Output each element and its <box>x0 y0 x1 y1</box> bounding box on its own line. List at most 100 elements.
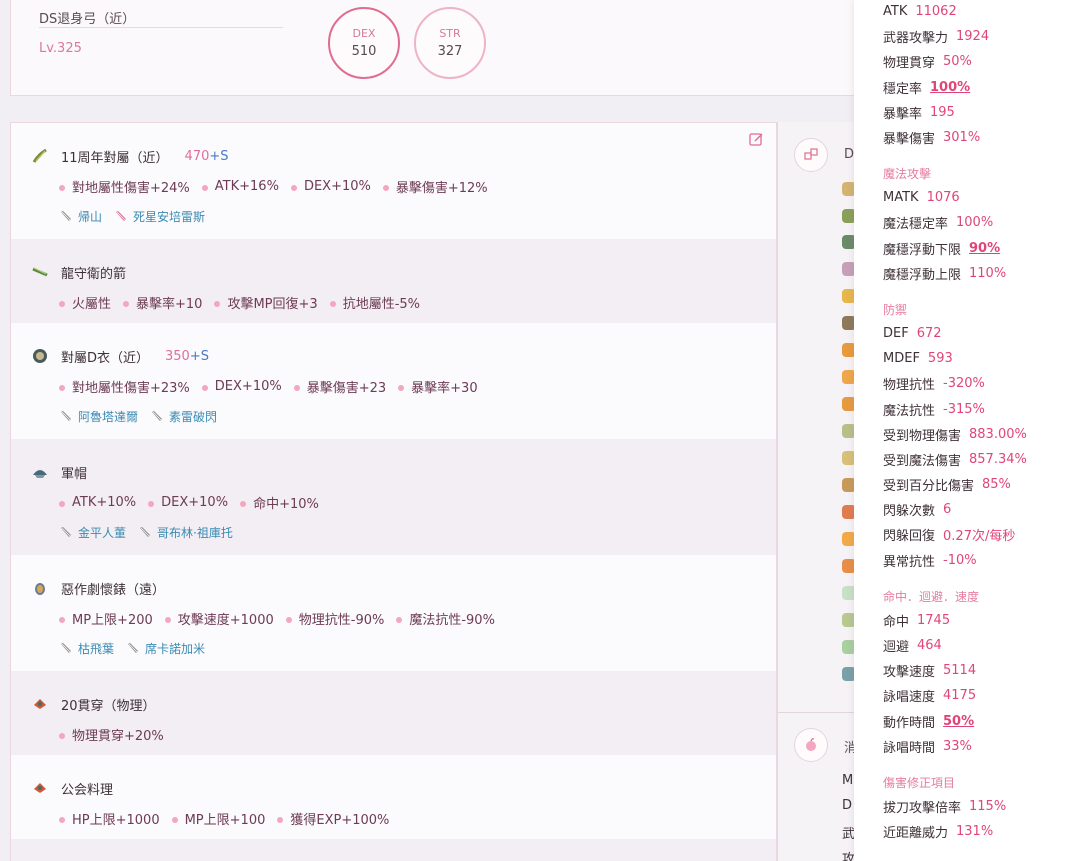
stat-label: 詠唱時間 <box>883 740 936 756</box>
middle-heading: D <box>844 147 855 162</box>
stat-value[interactable]: 50% <box>943 714 974 729</box>
stat-label: STR <box>439 27 461 40</box>
stat-text: 攻擊MP回復+3 <box>227 296 318 312</box>
stat-label: 受到百分比傷害 <box>883 479 975 495</box>
equipment-name: 公会料理 <box>61 782 114 798</box>
stat-chip: 攻擊速度+1000 <box>164 609 274 628</box>
stat-row: 魔穩浮動上限 110% <box>883 261 1080 286</box>
stat-text: MP上限+100 <box>184 812 266 828</box>
crystal-icon <box>150 409 169 423</box>
stat-label: 命中 <box>883 614 910 630</box>
hat-icon <box>31 463 49 481</box>
stat-row: 閃躲次數 6 <box>883 497 1080 522</box>
crystal[interactable]: 阿魯塔達爾 <box>59 408 138 425</box>
refine-value: 470+S <box>185 149 229 164</box>
equipment-item[interactable]: 軍帽 ATK+10% DEX+10% 命中+10% 金平人董 哥布林·祖庫托 <box>11 439 776 555</box>
crystal-icon <box>138 525 157 539</box>
stat-row: 物理貫穿 50% <box>883 49 1080 74</box>
stat-text: 對地屬性傷害+24% <box>72 180 190 196</box>
equipment-stats: 火屬性 暴擊率+10 攻擊MP回復+3 抗地屬性-5% <box>31 287 776 317</box>
bullet-icon <box>293 385 300 391</box>
crystal[interactable]: 枯飛葉 <box>59 640 114 657</box>
stat-label: 異常抗性 <box>883 554 936 570</box>
stat-value: 464 <box>917 638 942 654</box>
stat-text: 物理貫穿+20% <box>72 728 164 744</box>
crystal-name: 金平人董 <box>78 525 127 540</box>
slots-icon[interactable] <box>794 138 828 172</box>
refine-plus: +S <box>189 348 209 364</box>
stat-text: 抗地屬性-5% <box>342 296 421 312</box>
equipment-stats: HP上限+1000 MP上限+100 獲得EXP+100% <box>31 803 776 833</box>
stat-text: 對地屬性傷害+23% <box>72 380 190 396</box>
stat-chip: 命中+10% <box>240 493 319 512</box>
stat-row: 攻擊速度 5114 <box>883 658 1080 683</box>
equipment-item[interactable]: 公会料理 HP上限+1000 MP上限+100 獲得EXP+100% <box>11 755 776 839</box>
crystal[interactable]: 死星安培雷斯 <box>114 208 205 225</box>
stat-value: 593 <box>927 351 953 367</box>
crystal-row: 帰山 死星安培雷斯 <box>31 201 776 231</box>
character-name: DS退身弓（近） <box>39 12 136 27</box>
stat-value: -10% <box>943 552 977 568</box>
stat-text: MP上限+200 <box>72 612 153 628</box>
stat-value: 1745 <box>917 612 951 628</box>
stat-text: ATK+16% <box>214 178 279 194</box>
stat-chip: 對地屬性傷害+24% <box>59 177 190 196</box>
arrow-icon <box>31 263 49 281</box>
bullet-icon <box>59 501 65 507</box>
stat-chip: HP上限+1000 <box>59 809 160 828</box>
bullet-icon <box>290 185 297 191</box>
section-heading: 傷害修正項目 <box>883 775 956 790</box>
equipment-title-row: 11周年對屬（近） 470+S <box>31 141 776 171</box>
equipment-item[interactable]: 龍守衛的箭 火屬性 暴擊率+10 攻擊MP回復+3 抗地屬性-5% <box>11 239 776 323</box>
equipment-item[interactable]: 惡作劇懷錶（遠） MP上限+200 攻擊速度+1000 物理抗性-90% 魔法抗性-90… <box>11 555 776 671</box>
stat-value[interactable]: 100% <box>930 80 970 95</box>
stat-value: 510 <box>351 44 377 59</box>
stat-label: 魔穩浮動上限 <box>883 267 962 283</box>
armor-icon <box>31 347 49 365</box>
food-round-icon[interactable] <box>794 728 828 762</box>
stat-value[interactable]: 90% <box>969 241 1000 256</box>
equipment-stats: 物理貫穿+20% <box>31 719 776 749</box>
pocket-watch-icon <box>31 579 49 597</box>
bullet-icon <box>398 385 405 391</box>
stat-text: DEX+10% <box>303 178 371 194</box>
crystal[interactable]: 金平人董 <box>59 524 126 541</box>
equipment-title-row: 龍守衛的箭 <box>31 257 776 287</box>
equipment-stats: 對地屬性傷害+24% ATK+16% DEX+10% 暴擊傷害+12% <box>31 171 776 201</box>
stat-label: 暴擊率 <box>883 106 923 122</box>
equipment-item[interactable]: 對屬D衣（近） 350+S 對地屬性傷害+23% DEX+10% 暴擊傷害+23 暴擊率+… <box>11 323 776 439</box>
stat-label: 魔法穩定率 <box>883 217 949 233</box>
equipment-name: 惡作劇懷錶（遠） <box>61 582 166 598</box>
crystal[interactable]: 席卡諾加米 <box>126 640 205 657</box>
stat-label: 穩定率 <box>883 81 923 97</box>
stat-value: 883.00% <box>969 426 1027 442</box>
equipment-title-row: 20貫穿（物理） <box>31 689 776 719</box>
stat-chip: DEX+10% <box>148 495 228 510</box>
bullet-icon <box>59 817 65 823</box>
stat-text: 火屬性 <box>72 296 112 312</box>
middle-column: D 消 M D 武 攻 <box>777 122 857 861</box>
crystal-icon <box>59 641 78 655</box>
stat-label: DEF <box>883 325 909 341</box>
equipment-item[interactable]: 20貫穿（物理） 物理貫穿+20% <box>11 671 776 755</box>
crystal-name: 素雷破閃 <box>169 409 218 424</box>
stat-value: -320% <box>943 376 985 392</box>
equipment-item[interactable]: 撩击推进器4 <box>11 839 776 861</box>
stat-text: DEX+10% <box>214 378 282 394</box>
stat-value: 857.34% <box>969 451 1027 467</box>
crystal[interactable]: 哥布林·祖庫托 <box>138 524 233 541</box>
stat-row: 魔穩浮動下限 90% <box>883 236 1080 261</box>
stat-label: 近距離威力 <box>883 826 949 842</box>
stat-circle-str: STR 327 <box>414 7 486 79</box>
stat-chip: 物理抗性-90% <box>285 609 384 628</box>
crystal[interactable]: 素雷破閃 <box>150 408 217 425</box>
stat-chip: 獲得EXP+100% <box>277 809 389 828</box>
equipment-item[interactable]: 11周年對屬（近） 470+S 對地屬性傷害+24% ATK+16% DEX+10% 暴擊… <box>11 123 776 239</box>
food-icon <box>31 695 49 713</box>
stat-label: ATK <box>883 4 908 20</box>
stat-value: 85% <box>982 477 1011 493</box>
bullet-icon <box>240 501 247 507</box>
middle-text: D <box>842 798 853 813</box>
crystal[interactable]: 帰山 <box>59 208 102 225</box>
stat-row: MATK 1076 <box>883 185 1080 210</box>
